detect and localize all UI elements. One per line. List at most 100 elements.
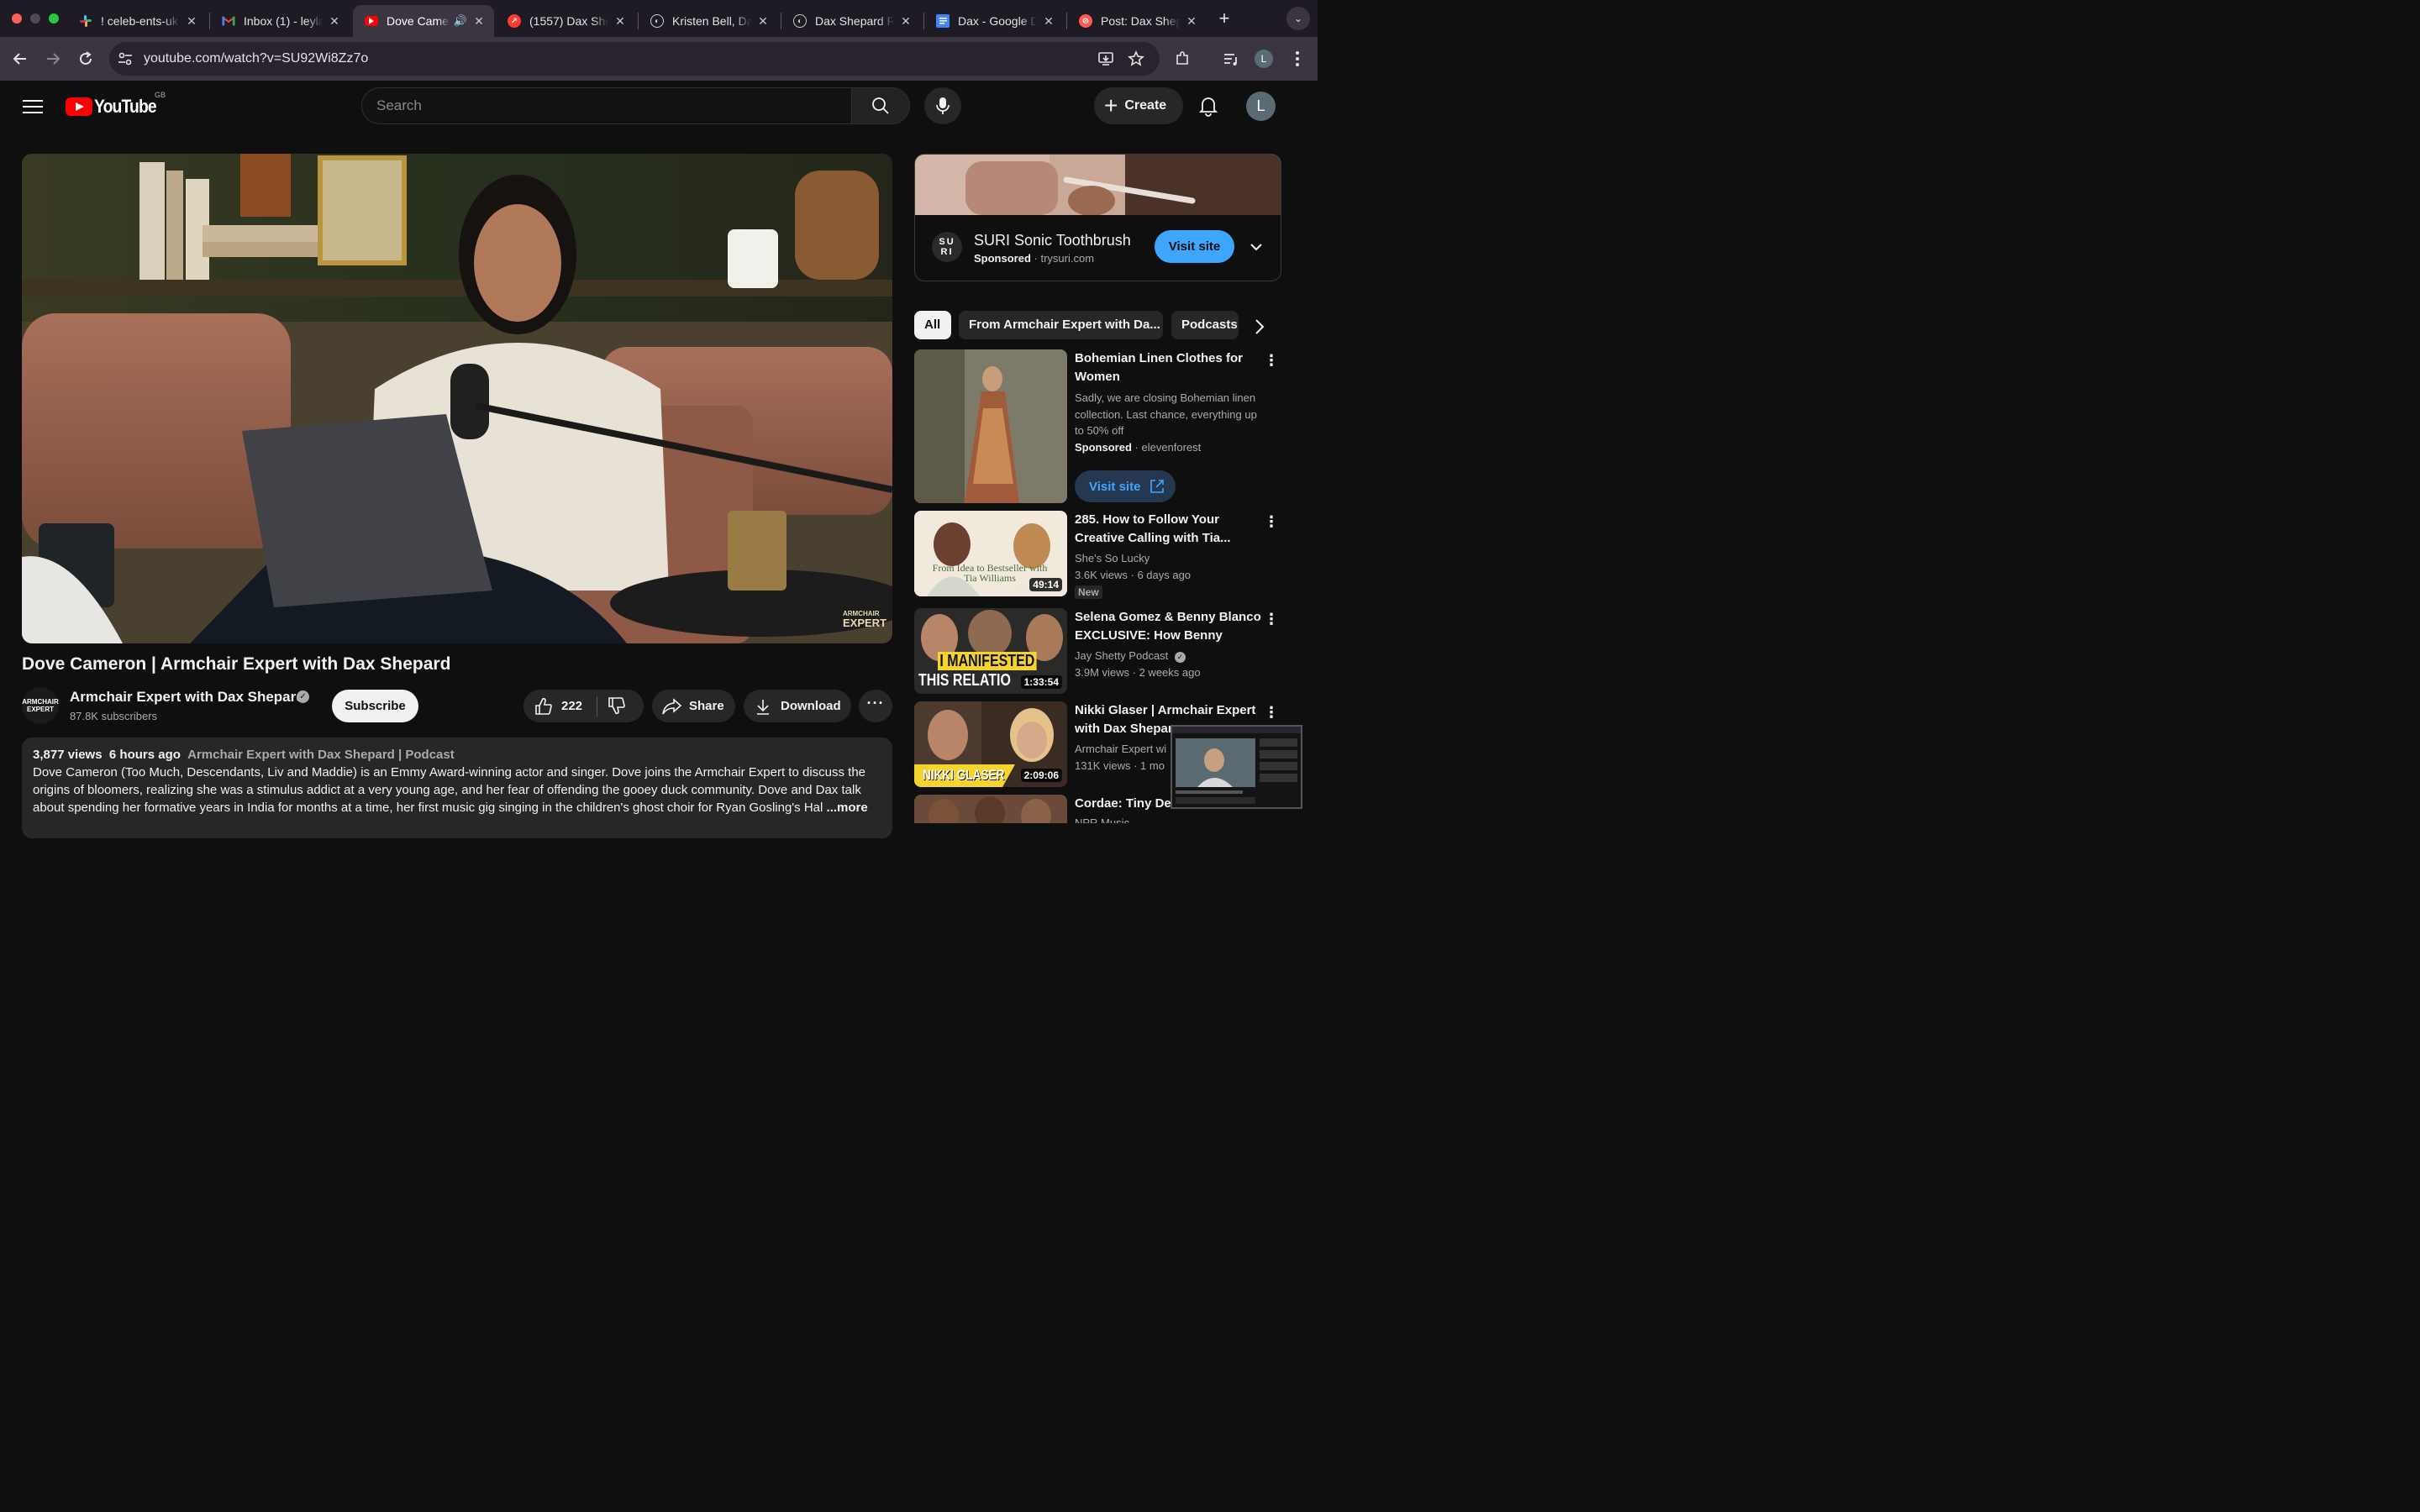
ad-title[interactable]: SURI Sonic Toothbrush xyxy=(974,232,1131,249)
close-tab-icon[interactable]: ✕ xyxy=(1185,14,1198,29)
notifications-button[interactable] xyxy=(1197,94,1220,118)
visit-site-button[interactable]: Visit site xyxy=(1155,230,1234,263)
close-tab-icon[interactable]: ✕ xyxy=(613,14,627,29)
close-tab-icon[interactable]: ✕ xyxy=(328,14,341,29)
search-input[interactable] xyxy=(376,97,830,115)
recommendation-thumbnail[interactable]: From Idea to Bestseller with Tia William… xyxy=(914,511,1067,596)
close-window-button[interactable] xyxy=(12,13,22,24)
verified-check-icon: ✓ xyxy=(1174,652,1186,663)
close-tab-icon[interactable]: ✕ xyxy=(185,14,198,29)
recommendation-channel[interactable]: Armchair Expert wi xyxy=(1075,743,1166,755)
more-actions-button[interactable]: ··· xyxy=(859,690,892,722)
recommendation-channel[interactable]: She's So Lucky xyxy=(1075,552,1150,564)
chip-from-channel[interactable]: From Armchair Expert with Da... xyxy=(959,311,1163,339)
create-label: Create xyxy=(1124,98,1167,113)
new-tab-button[interactable]: + xyxy=(1215,8,1234,29)
recommendation-thumbnail[interactable] xyxy=(914,349,1067,503)
media-controls-button[interactable] xyxy=(1218,45,1244,72)
video-player[interactable]: ARMCHAIR EXPERT xyxy=(22,154,892,643)
close-tab-icon[interactable]: ✕ xyxy=(472,14,486,29)
chip-all[interactable]: All xyxy=(914,311,951,339)
browser-tab-active[interactable]: Dove Cameron 🔊 ✕ xyxy=(353,5,494,37)
bookmark-star-icon[interactable] xyxy=(1128,50,1144,67)
recommendation-title[interactable]: Bohemian Linen Clothes for Women xyxy=(1075,349,1261,386)
close-tab-icon[interactable]: ✕ xyxy=(899,14,913,29)
close-tab-icon[interactable]: ✕ xyxy=(1042,14,1055,29)
tab-title: Inbox (1) - leyla xyxy=(244,14,323,28)
browser-tab[interactable]: Inbox (1) - leyla ✕ xyxy=(210,5,350,37)
thumbnail-text: NIKKI GLASER xyxy=(923,767,1005,783)
recommendation-thumbnail[interactable]: NIKKI GLASER 2:09:06 xyxy=(914,701,1067,787)
recommendation-title[interactable]: 285. How to Follow Your Creative Calling… xyxy=(1075,511,1261,548)
extensions-button[interactable] xyxy=(1169,45,1196,72)
channel-avatar[interactable]: ARMCHAIR EXPERT xyxy=(22,687,59,724)
profile-avatar[interactable]: L xyxy=(1255,50,1273,68)
url-text: youtube.com/watch?v=SU92Wi8Zz7o xyxy=(144,51,369,66)
tab-search-button[interactable]: ⌄ xyxy=(1286,7,1310,30)
dislike-button[interactable] xyxy=(608,696,626,718)
search-button[interactable] xyxy=(851,87,910,124)
chevron-down-icon[interactable] xyxy=(1248,239,1265,255)
screen-preview-overlay[interactable] xyxy=(1171,725,1302,809)
recommendation-menu-icon[interactable]: ⋮ xyxy=(1264,705,1279,722)
description-tags[interactable]: Armchair Expert with Dax Shepard | Podca… xyxy=(187,748,455,762)
recommendation-thumbnail[interactable]: I MANIFESTED THIS RELATIO 1:33:54 xyxy=(914,608,1067,694)
slack-icon xyxy=(79,14,92,28)
download-button[interactable]: Download xyxy=(744,690,851,722)
recommendation-item[interactable]: I MANIFESTED THIS RELATIO 1:33:54 Selena… xyxy=(914,608,1284,696)
recommendation-title[interactable]: Selena Gomez & Benny Blanco EXCLUSIVE: H… xyxy=(1075,608,1261,645)
minimize-window-button[interactable] xyxy=(30,13,40,24)
maximize-window-button[interactable] xyxy=(49,13,59,24)
account-avatar[interactable]: L xyxy=(1246,92,1276,121)
video-duration: 49:14 xyxy=(1029,578,1062,591)
back-button[interactable] xyxy=(7,45,34,72)
audio-playing-icon[interactable]: 🔊 xyxy=(454,14,467,28)
like-dislike-group: 222 xyxy=(523,690,644,722)
youtube-logo[interactable]: YouTube GB xyxy=(66,91,166,118)
tab-title: (1557) Dax Shepard xyxy=(529,14,608,28)
reload-button[interactable] xyxy=(72,45,99,72)
recommendation-channel[interactable]: NPR Music xyxy=(1075,816,1129,823)
voice-search-button[interactable] xyxy=(924,87,961,124)
chip-podcasts[interactable]: Podcasts xyxy=(1171,311,1239,339)
site-settings-icon[interactable] xyxy=(118,52,133,66)
forward-button[interactable] xyxy=(39,45,66,72)
guide-menu-button[interactable] xyxy=(23,97,43,114)
recommendation-channel[interactable]: Jay Shetty Podcast ✓ xyxy=(1075,649,1186,663)
subscribe-button[interactable]: Subscribe xyxy=(332,690,418,722)
sponsored-recommendation[interactable]: Bohemian Linen Clothes for Women Sadly, … xyxy=(914,349,1284,505)
address-bar[interactable]: youtube.com/watch?v=SU92Wi8Zz7o xyxy=(109,42,1160,76)
browser-tab[interactable]: ↗ (1557) Dax Shepard ✕ xyxy=(496,5,635,37)
recommendation-menu-icon[interactable]: ⋮ xyxy=(1264,612,1279,628)
ad-banner-image[interactable] xyxy=(915,155,1281,215)
share-arrow-icon xyxy=(662,697,682,714)
browser-tab[interactable]: ◐ Dax Shepard Reveals ✕ xyxy=(781,5,921,37)
recommendation-menu-icon[interactable]: ⋮ xyxy=(1264,514,1279,531)
upload-age: 2 weeks ago xyxy=(1139,666,1201,679)
close-tab-icon[interactable]: ✕ xyxy=(756,14,770,29)
chevron-right-icon[interactable] xyxy=(1249,317,1270,337)
recommendation-thumbnail[interactable] xyxy=(914,795,1067,823)
recommendation-item[interactable]: From Idea to Bestseller with Tia William… xyxy=(914,511,1284,599)
create-button[interactable]: + Create xyxy=(1094,87,1183,124)
google-docs-icon xyxy=(936,14,950,28)
browser-tab[interactable]: ! celeb-ents-uk ✕ xyxy=(67,5,207,37)
visit-site-button[interactable]: Visit site xyxy=(1075,470,1176,502)
bell-icon xyxy=(1198,97,1218,117)
browser-tab[interactable]: ◐ Kristen Bell, Dax ✕ xyxy=(639,5,778,37)
youtube-masthead: YouTube GB + Create L xyxy=(0,81,1318,131)
browser-tab[interactable]: Dax - Google Docs ✕ xyxy=(924,5,1064,37)
external-link-icon xyxy=(1150,480,1165,493)
share-button[interactable]: Share xyxy=(652,690,735,722)
recommendation-menu-icon[interactable]: ⋮ xyxy=(1264,353,1279,370)
install-app-icon[interactable] xyxy=(1097,50,1114,67)
like-button[interactable]: 222 xyxy=(523,690,597,722)
verified-check-icon: ✓ xyxy=(297,690,309,703)
browser-menu-button[interactable] xyxy=(1284,45,1311,72)
channel-name-link[interactable]: Armchair Expert with Dax Shepard xyxy=(70,689,305,706)
browser-tab[interactable]: ⊘ Post: Dax Shepard ✕ xyxy=(1067,5,1207,37)
show-more-link[interactable]: ...more xyxy=(827,801,868,815)
description-box[interactable]: 3,877 views 6 hours ago Armchair Expert … xyxy=(22,738,892,838)
watermark-line2: EXPERT xyxy=(843,617,887,629)
sponsored-ad-card[interactable]: SU RI SURI Sonic Toothbrush Sponsored · … xyxy=(914,154,1281,281)
